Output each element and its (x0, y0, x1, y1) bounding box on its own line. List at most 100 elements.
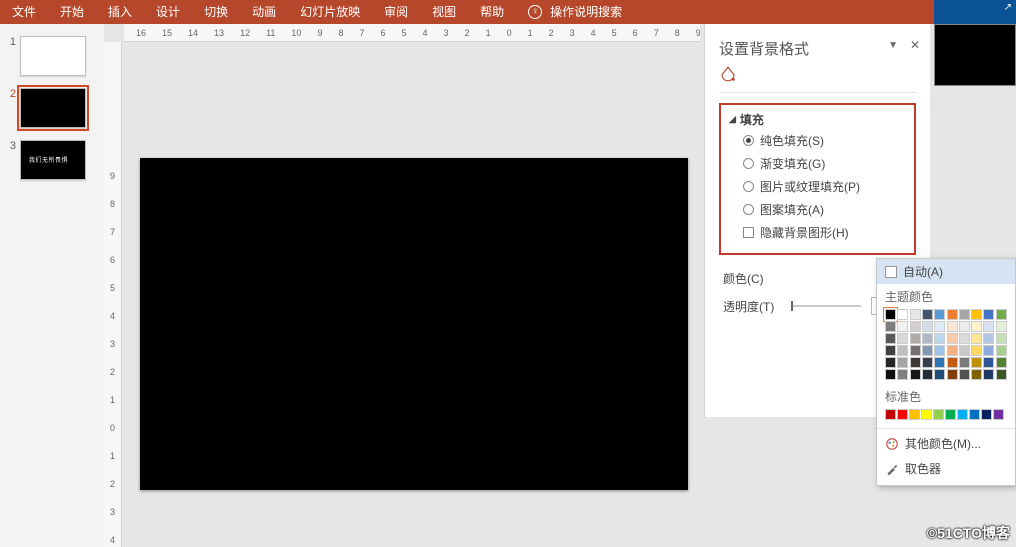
standard-swatch[interactable] (921, 409, 932, 420)
theme-swatch[interactable] (897, 333, 908, 344)
tab-animations[interactable]: 动画 (240, 0, 288, 24)
tab-insert[interactable]: 插入 (96, 0, 144, 24)
theme-swatch[interactable] (897, 321, 908, 332)
theme-swatch[interactable] (934, 357, 945, 368)
theme-swatch[interactable] (983, 369, 994, 380)
theme-swatch[interactable] (934, 309, 945, 320)
standard-swatch[interactable] (993, 409, 1004, 420)
theme-swatch[interactable] (983, 309, 994, 320)
tab-review[interactable]: 审阅 (372, 0, 420, 24)
theme-swatch[interactable] (971, 321, 982, 332)
tab-view[interactable]: 视图 (420, 0, 468, 24)
fill-pattern-option[interactable]: 图案填充(A) (729, 197, 906, 220)
theme-swatch[interactable] (910, 321, 921, 332)
eyedropper-item[interactable]: 取色器 (877, 456, 1015, 481)
theme-swatch[interactable] (996, 345, 1007, 356)
theme-swatch[interactable] (885, 333, 896, 344)
transparency-label: 透明度(T) (723, 298, 781, 315)
fill-category-icon[interactable] (719, 65, 916, 86)
thumbnail-2[interactable] (20, 88, 86, 128)
theme-swatch[interactable] (897, 345, 908, 356)
theme-swatch[interactable] (910, 345, 921, 356)
theme-swatch[interactable] (971, 345, 982, 356)
theme-swatch[interactable] (922, 369, 933, 380)
tab-help[interactable]: 帮助 (468, 0, 516, 24)
thumbnail-1[interactable] (20, 36, 86, 76)
theme-swatch[interactable] (947, 321, 958, 332)
theme-swatch[interactable] (897, 357, 908, 368)
theme-swatch[interactable] (996, 309, 1007, 320)
theme-swatch[interactable] (885, 357, 896, 368)
theme-swatch[interactable] (922, 309, 933, 320)
standard-swatch[interactable] (885, 409, 896, 420)
pane-options-icon[interactable]: ▼ (888, 40, 898, 51)
theme-swatch[interactable] (947, 369, 958, 380)
more-colors-item[interactable]: 其他颜色(M)... (877, 431, 1015, 456)
color-auto-item[interactable]: 自动(A) (877, 259, 1015, 284)
standard-swatch[interactable] (945, 409, 956, 420)
theme-swatch[interactable] (971, 369, 982, 380)
fill-section-header[interactable]: ◢ 填充 (729, 111, 906, 128)
theme-swatch[interactable] (885, 369, 896, 380)
theme-swatch[interactable] (897, 369, 908, 380)
theme-swatch[interactable] (947, 309, 958, 320)
hide-bg-graphics-option[interactable]: 隐藏背景图形(H) (729, 220, 906, 243)
fill-picture-option[interactable]: 图片或纹理填充(P) (729, 174, 906, 197)
standard-swatch[interactable] (909, 409, 920, 420)
current-slide[interactable] (140, 158, 688, 490)
theme-swatch[interactable] (910, 369, 921, 380)
theme-swatch[interactable] (922, 321, 933, 332)
theme-swatch[interactable] (959, 321, 970, 332)
standard-swatch[interactable] (957, 409, 968, 420)
standard-swatch[interactable] (981, 409, 992, 420)
theme-swatch[interactable] (959, 333, 970, 344)
theme-swatch[interactable] (885, 309, 896, 320)
standard-swatch[interactable] (969, 409, 980, 420)
theme-swatch[interactable] (959, 309, 970, 320)
tab-slideshow[interactable]: 幻灯片放映 (288, 0, 372, 24)
radio-icon (743, 204, 754, 215)
theme-swatch[interactable] (996, 321, 1007, 332)
theme-swatch[interactable] (922, 345, 933, 356)
tab-home[interactable]: 开始 (48, 0, 96, 24)
theme-swatch[interactable] (971, 357, 982, 368)
theme-swatch[interactable] (983, 333, 994, 344)
theme-swatch[interactable] (983, 357, 994, 368)
theme-swatch[interactable] (934, 321, 945, 332)
theme-swatch[interactable] (910, 309, 921, 320)
tab-file[interactable]: 文件 (0, 0, 48, 24)
theme-swatch[interactable] (897, 309, 908, 320)
theme-swatch[interactable] (910, 333, 921, 344)
theme-swatch[interactable] (934, 333, 945, 344)
theme-swatch[interactable] (971, 309, 982, 320)
tab-design[interactable]: 设计 (144, 0, 192, 24)
theme-swatch[interactable] (947, 333, 958, 344)
theme-swatch[interactable] (971, 333, 982, 344)
theme-swatch[interactable] (996, 369, 1007, 380)
theme-swatch[interactable] (947, 345, 958, 356)
tell-me[interactable]: ♀ 操作说明搜索 (516, 0, 634, 24)
theme-swatch[interactable] (947, 357, 958, 368)
thumbnail-3[interactable]: 我们无所畏惧 (20, 140, 86, 180)
theme-swatch[interactable] (983, 345, 994, 356)
tab-transitions[interactable]: 切换 (192, 0, 240, 24)
theme-swatch[interactable] (959, 357, 970, 368)
theme-swatch[interactable] (910, 357, 921, 368)
theme-swatch[interactable] (996, 357, 1007, 368)
theme-swatch[interactable] (885, 321, 896, 332)
transparency-slider[interactable] (791, 305, 861, 307)
standard-swatch[interactable] (933, 409, 944, 420)
pane-close-button[interactable]: ✕ (910, 38, 920, 52)
theme-swatch[interactable] (996, 333, 1007, 344)
theme-swatch[interactable] (934, 345, 945, 356)
theme-swatch[interactable] (885, 345, 896, 356)
theme-swatch[interactable] (934, 369, 945, 380)
fill-solid-option[interactable]: 纯色填充(S) (729, 128, 906, 151)
theme-swatch[interactable] (983, 321, 994, 332)
theme-swatch[interactable] (959, 369, 970, 380)
theme-swatch[interactable] (922, 357, 933, 368)
theme-swatch[interactable] (922, 333, 933, 344)
theme-swatch[interactable] (959, 345, 970, 356)
standard-swatch[interactable] (897, 409, 908, 420)
fill-gradient-option[interactable]: 渐变填充(G) (729, 151, 906, 174)
